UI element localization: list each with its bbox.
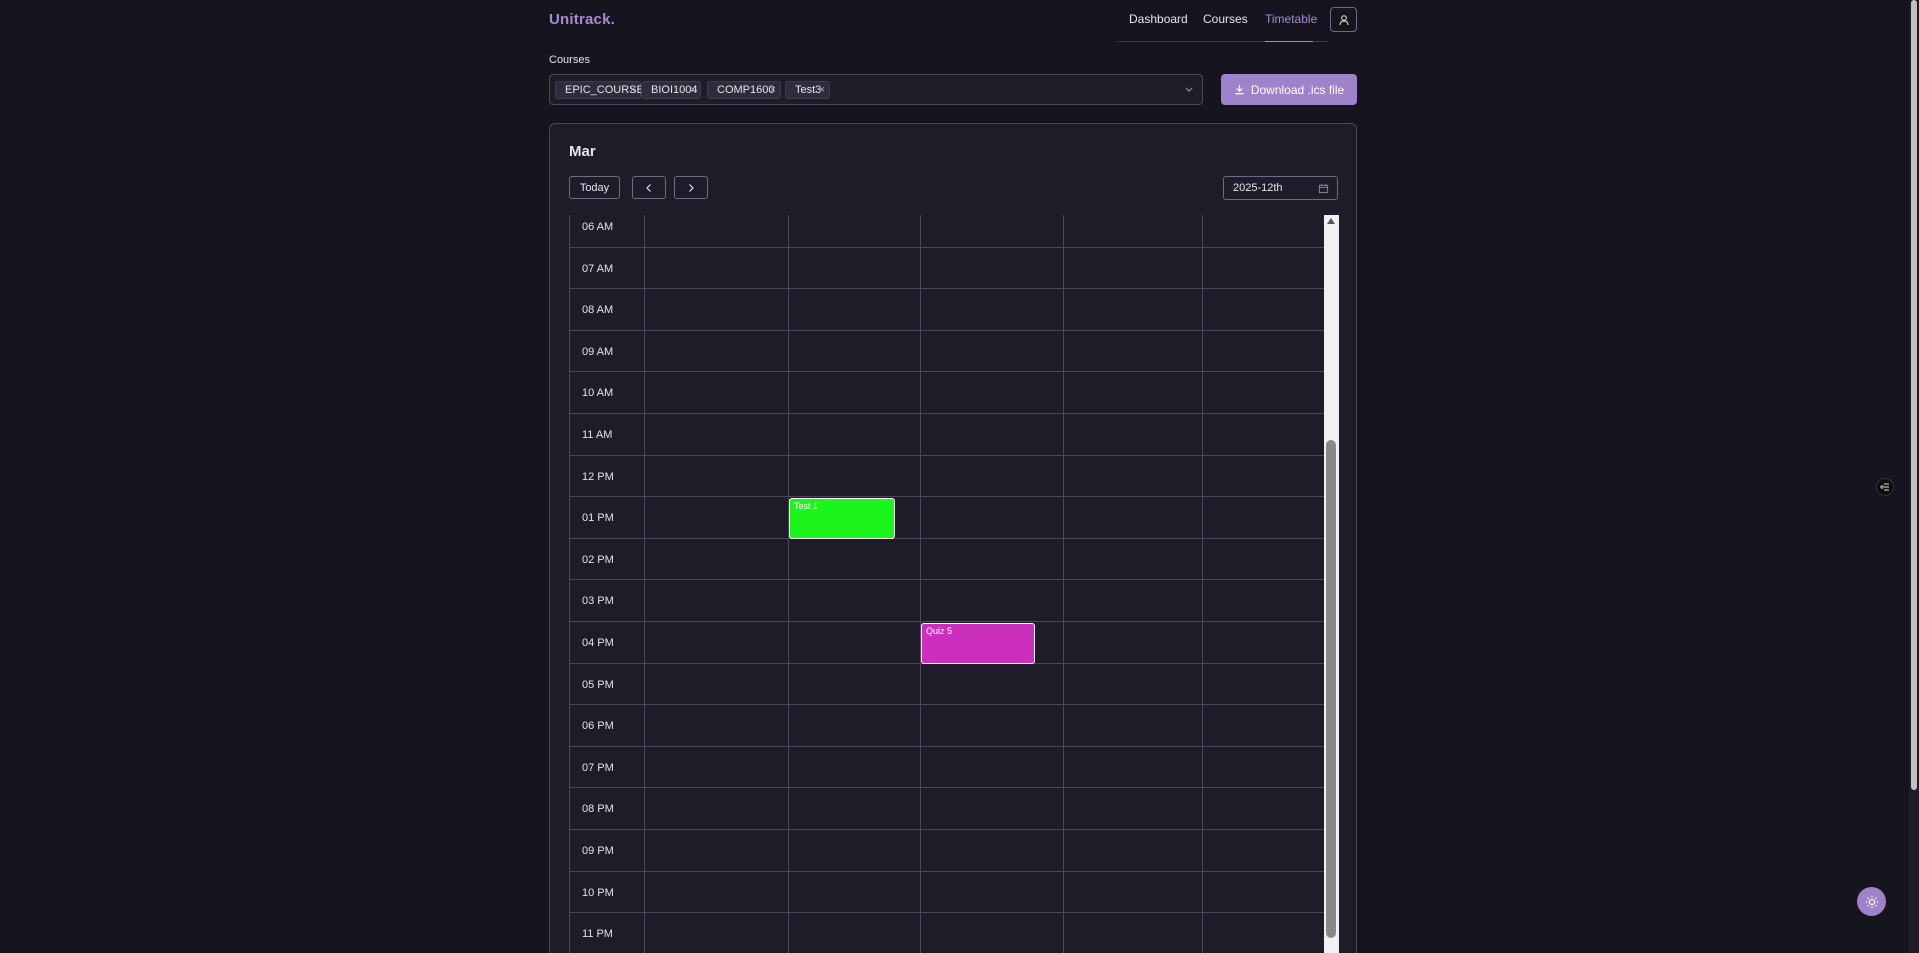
hour-row: 07 PM [570,747,1324,789]
day-column-divider [920,215,921,953]
course-chip-label: Test3 [795,84,822,96]
hour-label: 03 PM [582,595,614,608]
hour-row: 09 PM [570,830,1324,872]
date-picker-value: 2025-12th [1233,182,1283,194]
hour-row: 08 AM [570,289,1324,331]
hour-label: 11 PM [582,928,613,941]
hour-label: 08 PM [582,803,614,816]
hour-row: 05 PM [570,664,1324,706]
calendar-event[interactable]: Test 1 [789,498,895,539]
hour-label: 09 AM [582,345,614,358]
day-column-divider [788,215,789,953]
user-button[interactable] [1330,7,1357,32]
hour-row: 06 PM [570,705,1324,747]
remove-chip-icon[interactable]: × [770,82,776,98]
page-scrollbar[interactable] [1909,0,1919,953]
sun-icon [1865,895,1878,908]
hour-label: 11 AM [582,429,613,441]
date-picker[interactable]: 2025-12th [1223,176,1338,200]
hour-row: 07 AM [570,248,1324,290]
calendar-scrollbar[interactable] [1324,215,1339,953]
hour-label: 07 AM [582,262,614,275]
course-chip: EPIC_COURSE × [555,81,644,99]
course-chip: Test3 × [785,81,830,99]
list-settings-icon [1880,483,1889,491]
remove-chip-icon[interactable]: × [819,82,825,98]
hour-row: 06 AM [570,215,1324,248]
nav-active-indicator [1265,41,1313,42]
scrollbar-thumb[interactable] [1326,440,1336,938]
hour-label: 09 PM [582,845,614,857]
hour-label: 04 PM [582,637,614,649]
hour-row: 12 PM [570,456,1324,498]
course-chip: COMP1600 × [707,81,781,99]
theme-toggle-button[interactable] [1857,887,1886,916]
hour-label: 06 PM [582,720,614,733]
settings-widget-icon[interactable] [1876,478,1894,496]
hour-label: 10 AM [582,387,614,400]
nav-courses[interactable]: Courses [1203,12,1248,26]
week-time-grid[interactable]: 06 AM 07 AM 08 AM 09 AM 10 AM 11 AM 12 PM 01 PM… [569,215,1324,953]
nav-timetable[interactable]: Timetable [1265,12,1317,26]
chevron-left-icon [646,183,651,192]
courses-multiselect[interactable]: EPIC_COURSE × BIOI1004 × COMP1600 × Test… [549,74,1203,105]
main-nav: Dashboard Courses Timetable [1117,0,1327,42]
calendar-event[interactable]: Quiz 5 [921,623,1035,664]
today-button[interactable]: Today [569,176,620,199]
calendar-icon [1318,183,1329,194]
calendar-card: Mar Today 2025-12th 06 AM 07 AM 08 AM 09 AM… [549,123,1357,953]
course-chip-label: COMP1600 [717,84,775,96]
remove-chip-icon[interactable]: × [630,82,636,98]
course-chip: BIOI1004 × [641,81,701,99]
brand-logo[interactable]: Unitrack. [549,11,615,28]
hour-row: 03 PM [570,580,1324,622]
hour-row: 02 PM [570,539,1324,581]
hour-row: 10 PM [570,872,1324,914]
hour-row: 11 AM [570,414,1324,456]
hour-row: 11 PM [570,913,1324,953]
nav-dashboard[interactable]: Dashboard [1129,12,1188,26]
scroll-up-arrow-icon[interactable] [1327,218,1335,224]
prev-button[interactable] [632,176,666,199]
download-icon [1235,84,1244,95]
hour-label: 01 PM [582,512,614,525]
event-title: Quiz 5 [926,626,953,636]
hour-row: 09 AM [570,331,1324,373]
header: Unitrack. Dashboard Courses Timetable [549,0,1357,44]
day-column-divider [644,215,645,953]
hour-label: 06 AM [582,221,614,233]
hour-label: 05 PM [582,678,614,691]
hour-row: 08 PM [570,788,1324,830]
chevron-right-icon [689,183,694,192]
download-ics-button[interactable]: Download .ics file [1221,74,1357,105]
day-column-divider [1063,215,1064,953]
courses-label: Courses [549,54,590,66]
hour-label: 10 PM [582,886,614,899]
remove-chip-icon[interactable]: × [690,82,696,98]
hour-row: 01 PM [570,497,1324,539]
hour-label: 02 PM [582,553,614,566]
hour-label: 08 AM [582,304,614,317]
next-button[interactable] [674,176,708,199]
hour-row: 10 AM [570,372,1324,414]
day-column-divider [1202,215,1203,953]
hour-label: 07 PM [582,761,614,774]
user-icon [1339,14,1348,25]
download-label: Download .ics file [1250,82,1345,97]
page-scrollbar-thumb[interactable] [1911,0,1917,790]
chevron-down-icon[interactable] [1184,84,1194,94]
event-title: Test 1 [794,501,819,512]
calendar-month-title: Mar [569,143,596,160]
hour-label: 12 PM [582,470,614,483]
